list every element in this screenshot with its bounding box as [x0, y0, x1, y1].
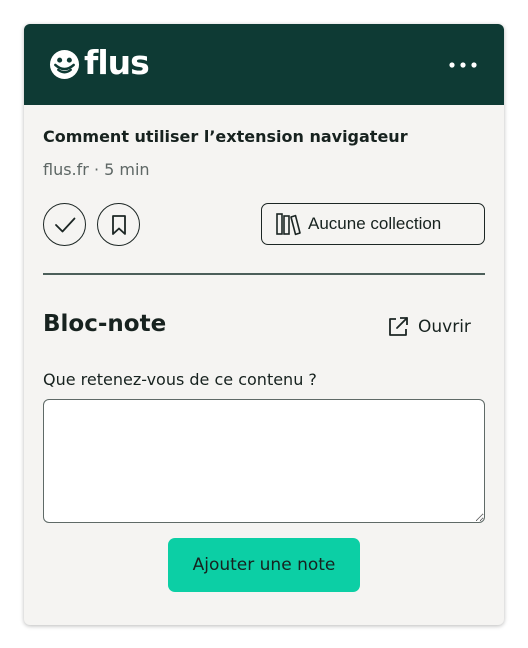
more-horizontal-icon	[449, 62, 477, 68]
collection-button-label: Aucune collection	[308, 214, 442, 233]
menu-button[interactable]	[444, 52, 484, 78]
note-textarea[interactable]	[43, 399, 485, 523]
mark-read-button[interactable]	[43, 203, 86, 246]
flus-logo: flus	[49, 42, 150, 82]
bookmark-button[interactable]	[97, 203, 140, 246]
smiley-logo-icon	[49, 49, 80, 79]
notepad-title: Bloc-note	[43, 311, 167, 337]
logo-text: flus	[84, 42, 150, 82]
note-question-label: Que retenez-vous de ce contenu ?	[43, 370, 317, 389]
books-icon	[276, 213, 301, 236]
bookmark-icon	[111, 214, 126, 235]
add-note-button[interactable]: Ajouter une note	[168, 538, 360, 592]
article-title: Comment utiliser l’extension navigateur	[43, 127, 408, 146]
external-link-icon	[389, 317, 408, 336]
extension-popup: flus Comment utiliser l’extension naviga…	[24, 24, 504, 625]
check-icon	[54, 217, 75, 232]
open-notepad-link[interactable]: Ouvrir	[386, 315, 471, 339]
divider	[43, 273, 485, 275]
article-meta: flus.fr · 5 min	[43, 160, 150, 179]
open-link-label: Ouvrir	[418, 317, 471, 337]
collection-button[interactable]: Aucune collection	[261, 203, 485, 245]
header: flus	[24, 24, 504, 105]
